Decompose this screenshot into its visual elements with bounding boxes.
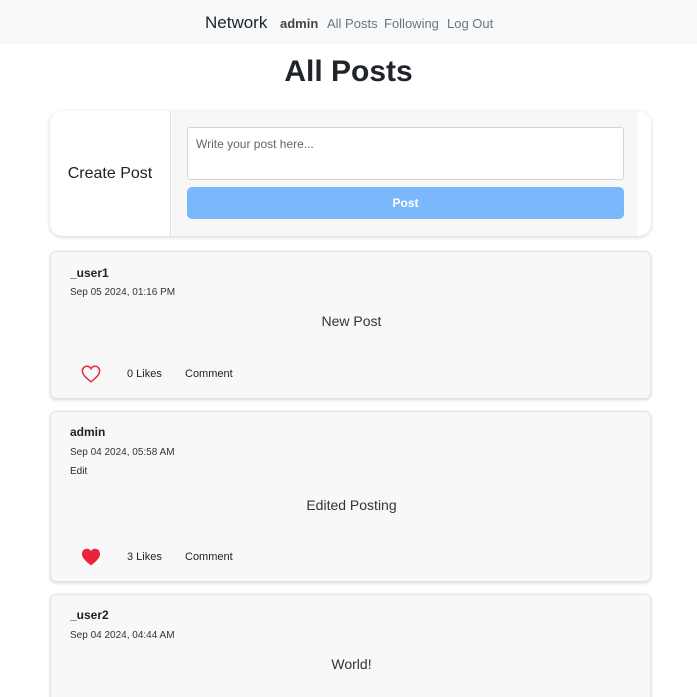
post-input[interactable] [187, 127, 624, 180]
navbar: Network admin All Posts Following Log Ou… [0, 0, 697, 44]
post-card: _user2 Sep 04 2024, 04:44 AM World! [50, 594, 651, 697]
post-content: World! [331, 656, 372, 672]
nav-all-posts-link[interactable]: All Posts [327, 16, 378, 31]
comment-button[interactable]: Comment [185, 368, 233, 380]
create-post-label: Create Post [50, 111, 171, 236]
post-button[interactable]: Post [187, 187, 624, 219]
like-count: 0 Likes [127, 368, 162, 380]
nav-following-link[interactable]: Following [384, 16, 439, 31]
heart-outline-icon[interactable] [81, 365, 101, 383]
post-username[interactable]: _user1 [70, 266, 109, 280]
nav-user-link[interactable]: admin [280, 16, 318, 31]
create-post-card: Create Post Post [50, 111, 651, 236]
create-post-form: Post [172, 111, 638, 236]
comment-button[interactable]: Comment [185, 551, 233, 563]
page-title: All Posts [284, 55, 413, 88]
like-count: 3 Likes [127, 551, 162, 563]
post-card: admin Sep 04 2024, 05:58 AM Edit Edited … [50, 411, 651, 582]
post-content: Edited Posting [306, 497, 397, 513]
post-timestamp: Sep 04 2024, 04:44 AM [70, 630, 175, 641]
post-timestamp: Sep 05 2024, 01:16 PM [70, 287, 176, 298]
edit-link[interactable]: Edit [70, 466, 87, 477]
heart-filled-icon[interactable] [81, 548, 101, 566]
post-username[interactable]: admin [70, 425, 105, 439]
nav-logout-link[interactable]: Log Out [447, 16, 493, 31]
brand-link[interactable]: Network [205, 13, 267, 33]
post-content: New Post [321, 313, 382, 329]
post-username[interactable]: _user2 [70, 608, 109, 622]
post-card: _user1 Sep 05 2024, 01:16 PM New Post 0 … [50, 251, 651, 399]
post-timestamp: Sep 04 2024, 05:58 AM [70, 447, 175, 458]
